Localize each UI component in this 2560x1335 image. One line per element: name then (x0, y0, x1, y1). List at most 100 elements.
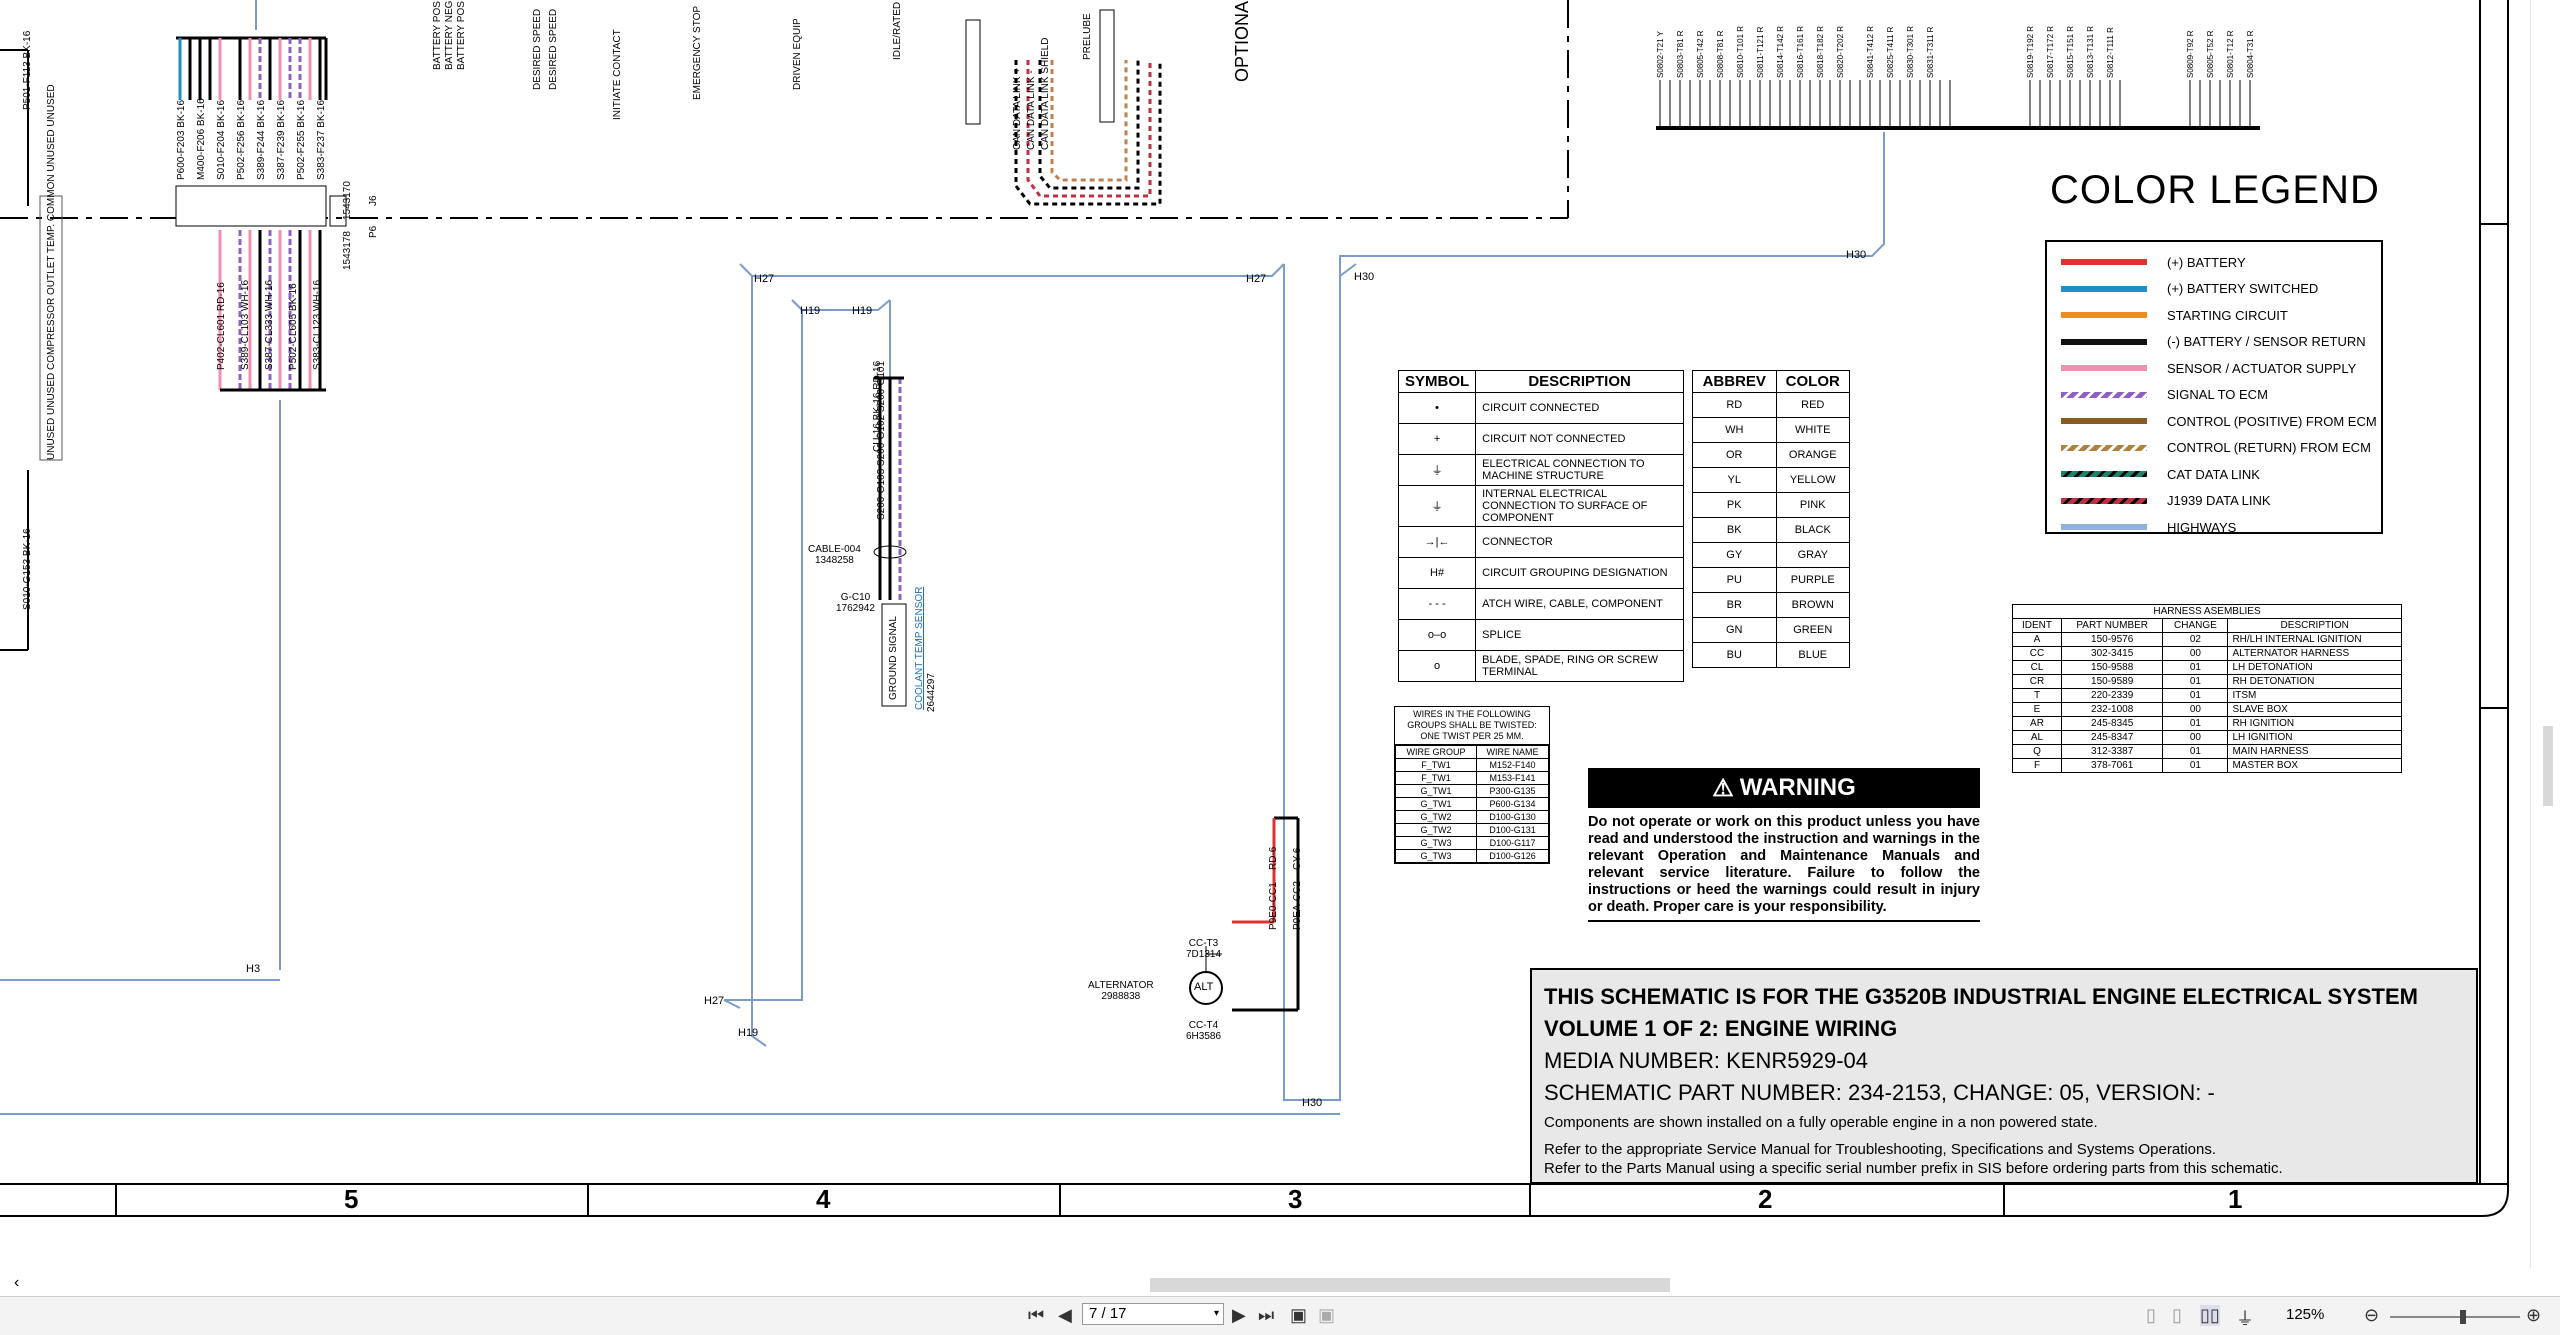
horizontal-scroll-thumb[interactable] (1150, 1278, 1670, 1292)
note-parts-manual: Refer to the Parts Manual using a specif… (1544, 1160, 2283, 1177)
abbrev-code: GN (1692, 617, 1777, 643)
svg-text:S0817-T172 R: S0817-T172 R (2046, 26, 2055, 78)
harness-change: 00 (2162, 646, 2229, 661)
svg-text:P9EA-CC2: P9EA-CC2 (1292, 881, 1303, 930)
legend-label: (-) BATTERY / SENSOR RETURN (2167, 334, 2366, 349)
svg-text:S387-CL333 WH-16: S387-CL333 WH-16 (264, 280, 275, 370)
legend-item: CONTROL (POSITIVE) FROM ECM (2061, 411, 2377, 431)
harness-desc: SLAVE BOX (2227, 702, 2402, 717)
harness-change-header: CHANGE (2162, 618, 2229, 633)
facing-page-icon[interactable]: ▯▯ (2200, 1305, 2220, 1326)
vertical-scrollbar[interactable]: › (2530, 0, 2560, 1296)
svg-text:S0805-T52 R: S0805-T52 R (2206, 30, 2215, 78)
harness-part: 378-7061 (2060, 758, 2164, 773)
harness-part: 150-9576 (2060, 632, 2164, 647)
svg-text:IDLE/RATED: IDLE/RATED (892, 2, 903, 60)
abbrev-color: BLACK (1775, 517, 1851, 543)
abbrev-row: BK BLACK (1692, 517, 1851, 543)
abbrev-code: BK (1692, 517, 1777, 543)
symbol-header: SYMBOL (1397, 370, 1477, 393)
symbol-description: CONNECTOR (1475, 526, 1684, 558)
abbrev-code: PU (1692, 567, 1777, 593)
svg-text:S0802-T21 Y: S0802-T21 Y (1656, 30, 1665, 78)
view-alt-icon[interactable]: ▣ (1318, 1305, 1335, 1326)
wire-name: P600-G134 (1476, 797, 1549, 811)
abbrev-row: OR ORANGE (1692, 442, 1851, 468)
harness-ident: AL (2012, 730, 2062, 745)
zoom-out-icon[interactable]: ⊖ (2364, 1305, 2379, 1326)
continuous-page-icon[interactable]: ▯ (2172, 1305, 2182, 1326)
symbol-row: o BLADE, SPADE, RING OR SCREW TERMINAL (1397, 650, 1684, 682)
abbrev-row: PU PURPLE (1692, 567, 1851, 593)
wire-group: G_TW1 (1394, 784, 1478, 798)
first-page-icon[interactable]: ⏮ (1028, 1305, 1044, 1326)
zoom-slider-handle[interactable] (2460, 1310, 2466, 1324)
cct4-label: CC-T4 6H3586 (1186, 1020, 1222, 1042)
warning-icon: ⚠ (1712, 774, 1734, 802)
warning-box: ⚠ WARNING Do not operate or work on this… (1588, 768, 1980, 924)
svg-text:H3: H3 (246, 963, 260, 975)
svg-text:H27: H27 (704, 995, 724, 1007)
gc10-label: G-C10 1762942 (836, 592, 875, 614)
abbrev-code: BU (1692, 642, 1777, 668)
vertical-scroll-thumb[interactable] (2543, 726, 2553, 806)
page-number-field[interactable]: 7 / 17 ▾ (1082, 1303, 1224, 1325)
svg-text:S0819-T192 R: S0819-T192 R (2026, 26, 2035, 78)
svg-text:H30: H30 (1354, 271, 1374, 283)
svg-text:PRELUBE: PRELUBE (1082, 13, 1093, 60)
harness-part: 245-8347 (2060, 730, 2164, 745)
symbol-description: CIRCUIT NOT CONNECTED (1475, 423, 1684, 455)
legend-swatch (2061, 471, 2147, 477)
harness-row: A 150-9576 02 RH/LH INTERNAL IGNITION (2012, 632, 2402, 647)
symbol-description: CIRCUIT GROUPING DESIGNATION (1475, 557, 1684, 589)
coolant-sensor-label[interactable]: COOLANT TEMP SENSOR (914, 587, 944, 820)
svg-text:S0801-T12 R: S0801-T12 R (2226, 30, 2235, 78)
svg-text:GY-6: GY-6 (1292, 847, 1303, 870)
legend-label: SIGNAL TO ECM (2167, 387, 2268, 402)
last-page-icon[interactable]: ⏭ (1258, 1305, 1274, 1326)
legend-label: J1939 DATA LINK (2167, 493, 2271, 508)
symbol-description: ATCH WIRE, CABLE, COMPONENT (1475, 588, 1684, 620)
document-canvas: H27 H19 H19 H27 H30 H30 H3 H27 H19 H30 P… (0, 0, 2530, 1268)
warning-text: Do not operate or work on this product u… (1588, 814, 1980, 915)
symbol-glyph: →|← (1397, 526, 1477, 558)
zoom-in-icon[interactable]: ⊕ (2526, 1305, 2541, 1326)
pdf-toolbar: ⏮ ◀ 7 / 17 ▾ ▶ ⏭ ▣ ▣ ▯ ▯ ▯▯ ⏚ 125% ⊖ ⊕ (0, 1296, 2560, 1335)
svg-text:M400-F206 BK-16: M400-F206 BK-16 (196, 98, 207, 180)
next-page-icon[interactable]: ▶ (1232, 1305, 1246, 1326)
symbol-glyph: ⏚ (1397, 454, 1477, 486)
abbrev-color: PINK (1775, 492, 1851, 518)
harness-ident: Q (2012, 744, 2062, 759)
svg-text:S387-F239 BK-16: S387-F239 BK-16 (276, 100, 287, 180)
prev-page-icon[interactable]: ◀ (1058, 1305, 1072, 1326)
legend-label: (+) BATTERY (2167, 254, 2246, 270)
legend-item: SIGNAL TO ECM (2061, 385, 2268, 405)
symbol-description: BLADE, SPADE, RING OR SCREW TERMINAL (1475, 650, 1684, 682)
svg-text:S383-CL123 WH-16: S383-CL123 WH-16 (312, 280, 323, 370)
harness-desc-header: DESCRIPTION (2227, 618, 2402, 633)
wire-name: D100-G126 (1476, 849, 1549, 863)
legend-label: HIGHWAYS (2167, 519, 2237, 535)
legend-item: (+) BATTERY (2061, 252, 2246, 272)
harness-ident: F (2012, 758, 2062, 773)
abbrev-row: GY GRAY (1692, 542, 1851, 568)
legend-item: J1939 DATA LINK (2061, 491, 2271, 511)
zoom-level[interactable]: 125% (2286, 1306, 2324, 1323)
abbrev-color: GRAY (1775, 542, 1851, 568)
svg-text:S0811-T121 R: S0811-T121 R (1756, 26, 1765, 78)
svg-text:S010-F204 BK-16: S010-F204 BK-16 (216, 100, 227, 180)
legend-item: STARTING CIRCUIT (2061, 305, 2288, 325)
harness-change: 02 (2162, 632, 2229, 647)
svg-text:H27: H27 (1246, 273, 1266, 285)
legend-swatch (2061, 391, 2147, 398)
zoom-slider[interactable] (2390, 1310, 2520, 1324)
single-page-icon[interactable]: ▯ (2146, 1305, 2156, 1326)
view-icon[interactable]: ▣ (1290, 1305, 1307, 1326)
split-view-icon[interactable]: ⏚ (2236, 1305, 2254, 1331)
grid-col-1: 1 (2228, 1184, 2243, 1214)
grid-col-2: 2 (1758, 1184, 1773, 1214)
chevron-down-icon[interactable]: ▾ (1214, 1304, 1219, 1324)
scroll-left-arrow-icon[interactable]: ‹ (14, 1274, 19, 1292)
svg-text:S0805-T42 R: S0805-T42 R (1696, 30, 1705, 78)
svg-text:S0810-T101 R: S0810-T101 R (1736, 26, 1745, 78)
